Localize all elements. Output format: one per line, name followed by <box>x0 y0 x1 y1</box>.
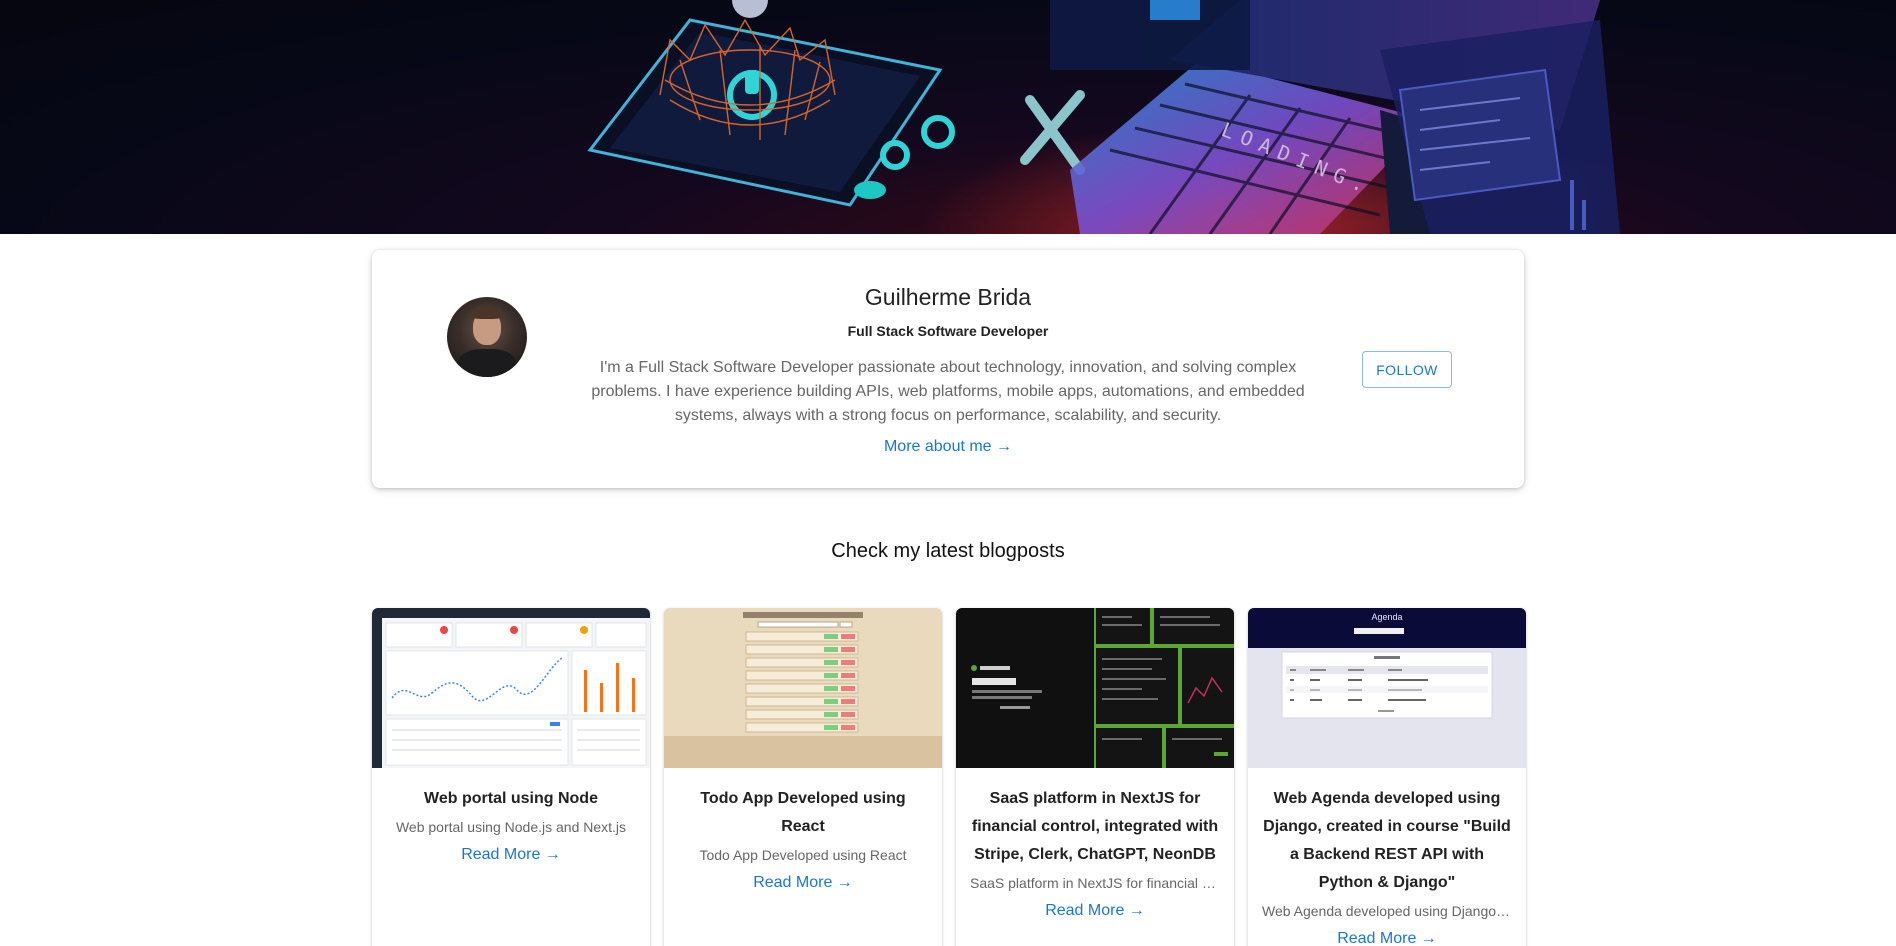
profile-role: Full Stack Software Developer <box>847 323 1049 339</box>
post-title[interactable]: Todo App Developed using React <box>678 785 928 841</box>
post-title[interactable]: Web Agenda developed using Django, creat… <box>1262 785 1512 897</box>
post-card-saas-platform[interactable]: SaaS platform in NextJS for financial co… <box>956 608 1234 946</box>
post-description: Web Agenda developed using Django, creat… <box>1262 903 1512 919</box>
follow-button[interactable]: FOLLOW <box>1362 351 1452 388</box>
profile-card: Guilherme Brida Full Stack Software Deve… <box>372 250 1524 488</box>
post-description: Todo App Developed using React <box>699 847 907 863</box>
post-description: Web portal using Node.js and Next.js <box>395 819 627 835</box>
post-thumbnail-todo <box>664 608 942 768</box>
post-card-todo-app[interactable]: Todo App Developed using React Todo App … <box>664 608 942 946</box>
post-card-web-portal[interactable]: Web portal using Node Web portal using N… <box>372 608 650 946</box>
read-more-link[interactable]: Read More → <box>1262 925 1512 946</box>
post-thumbnail-agenda: Agenda <box>1248 608 1526 768</box>
phone-graphic <box>587 18 943 207</box>
hero-banner: LOADING. <box>0 0 1896 234</box>
post-title[interactable]: SaaS platform in NextJS for financial co… <box>970 785 1220 869</box>
hero-illustration: LOADING. <box>587 0 1620 234</box>
post-description: SaaS platform in NextJS for financial co… <box>970 875 1220 891</box>
post-thumbnail-dashboard <box>372 608 650 768</box>
read-more-link[interactable]: Read More → <box>970 897 1220 925</box>
read-more-link[interactable]: Read More → <box>386 841 636 869</box>
read-more-link[interactable]: Read More → <box>678 869 928 897</box>
profile-bio: I'm a Full Stack Software Developer pass… <box>591 359 1305 424</box>
profile-name: Guilherme Brida <box>864 284 1032 310</box>
post-thumbnail-saas <box>956 608 1234 768</box>
blogposts-section-title: Check my latest blogposts <box>831 540 1065 562</box>
post-card-web-agenda[interactable]: Agenda Web Agenda developed using Django… <box>1248 608 1526 946</box>
agenda-thumb-title: Agenda <box>1371 612 1402 622</box>
more-about-me-link[interactable]: More about me → <box>372 438 1524 456</box>
post-title[interactable]: Web portal using Node <box>386 785 636 813</box>
